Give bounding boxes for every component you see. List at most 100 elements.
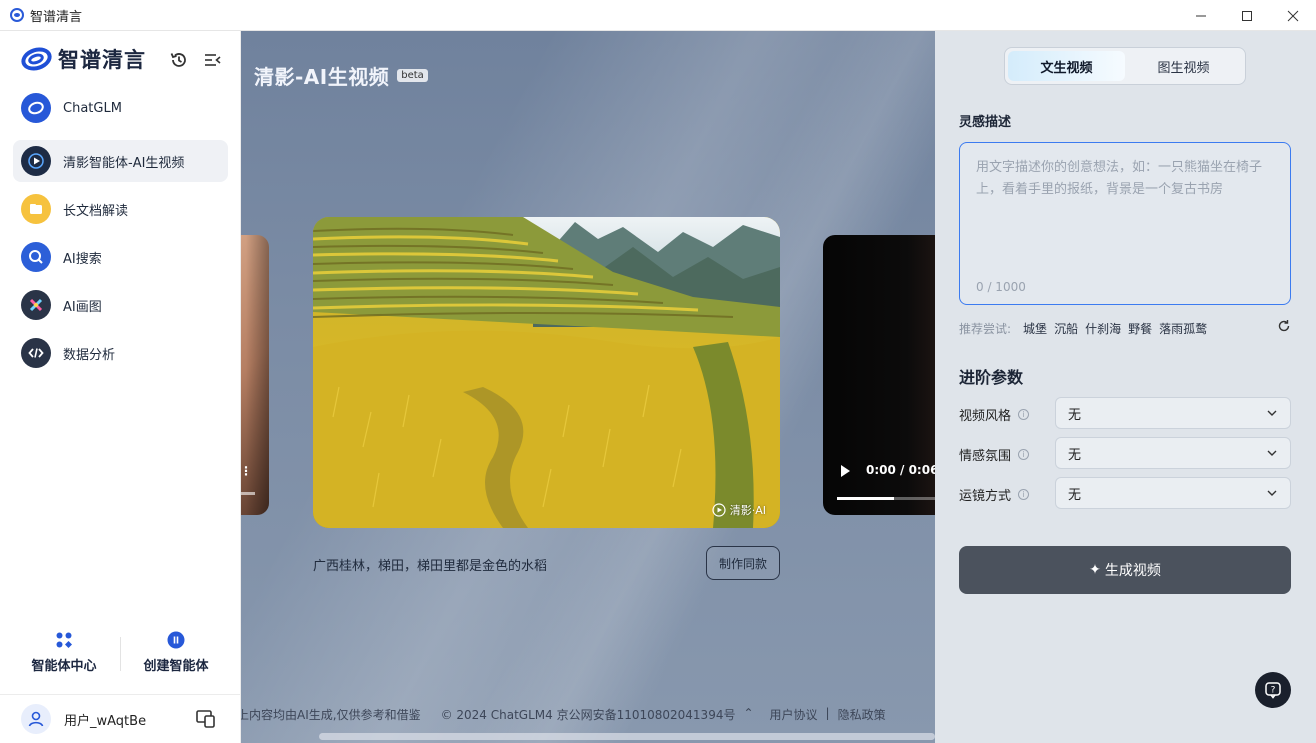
watermark: 清影·AI (712, 502, 766, 518)
sidebar-item-ai-paint[interactable]: AI画图 (13, 284, 228, 326)
generation-panel: 文生视频 图生视频 灵感描述 用文字描述你的创意想法，如：一只熊猫坐在椅子上，看… (935, 31, 1316, 743)
param-emotion: 情感氛围 i 无 (959, 437, 1291, 471)
video-time: 0:00 / 0:06 (866, 463, 935, 477)
video-card-featured[interactable]: 清影·AI (313, 217, 780, 528)
avatar[interactable] (21, 704, 51, 734)
prompt-placeholder: 用文字描述你的创意想法，如：一只熊猫坐在椅子上，看着手里的报纸，背景是一个复古书… (976, 160, 1263, 197)
select-value: 无 (1068, 407, 1082, 423)
maximize-icon[interactable] (1224, 0, 1270, 31)
window-title: 智谱清言 (30, 9, 83, 25)
play-icon (712, 503, 726, 517)
video-thumbnail (313, 217, 780, 528)
refresh-icon[interactable] (1277, 319, 1291, 333)
footer-copyright[interactable]: © 2024 ChatGLM4 京公网安备11010802041394号 (441, 706, 736, 723)
param-label-text: 视频风格 (959, 409, 1012, 424)
brand-logo-icon (18, 43, 55, 75)
history-icon[interactable] (168, 49, 190, 71)
sidebar-item-ai-search[interactable]: AI搜索 (13, 236, 228, 278)
suggest-label: 推荐尝试: (959, 322, 1012, 336)
code-icon (21, 338, 51, 368)
info-icon[interactable]: i (1018, 449, 1030, 460)
sidebar-item-long-doc[interactable]: 长文档解读 (13, 188, 228, 230)
advanced-params-title: 进阶参数 (959, 368, 1024, 387)
video-style-select[interactable]: 无 (1055, 397, 1291, 429)
play-button-icon[interactable] (841, 465, 850, 477)
footer: 上内容均由AI生成,仅供参考和借鉴 © 2024 ChatGLM4 京公网安备1… (241, 706, 886, 723)
agent-center-button[interactable]: 智能体中心 (9, 631, 119, 674)
emotion-select[interactable]: 无 (1055, 437, 1291, 469)
suggestion-chip[interactable]: 什刹海 (1085, 320, 1121, 337)
brand-name: 智谱清言 (58, 48, 146, 72)
generate-video-label: 生成视频 (1104, 563, 1161, 579)
suggestion-chip[interactable]: 野餐 (1128, 320, 1152, 337)
param-video-style: 视频风格 i 无 (959, 397, 1291, 431)
watermark-text: 清影·AI (729, 504, 766, 517)
info-icon[interactable]: i (1018, 489, 1030, 500)
privacy-link[interactable]: 隐私政策 (838, 706, 886, 723)
chatglm-icon (21, 93, 51, 123)
suggestions: 推荐尝试: 城堡 沉船 什刹海 野餐 落雨孤鹜 (959, 320, 1291, 337)
video-card-next[interactable]: 0:00 / 0:06 (823, 235, 935, 515)
sidebar-item-ai-video[interactable]: 清影智能体-AI生视频 (13, 140, 228, 182)
video-caption: 广西桂林，梯田，梯田里都是金色的水稻 (313, 559, 548, 574)
minimize-icon[interactable] (1178, 0, 1224, 31)
horizontal-scrollbar[interactable] (319, 733, 935, 740)
sidebar-item-label: ChatGLM (63, 100, 122, 116)
video-card-prev[interactable]: ⋮ (241, 235, 269, 515)
sidebar-item-chatglm[interactable]: ChatGLM (13, 87, 228, 129)
svg-text:?: ? (1271, 686, 1276, 696)
user-profile[interactable]: 用户_wAqtBe (0, 694, 241, 743)
devices-icon[interactable] (195, 709, 217, 729)
param-label: 运镜方式 i (959, 485, 1030, 504)
footer-disclaimer: 上内容均由AI生成,仅供参考和借鉴 (241, 708, 421, 722)
footer-separator: | (825, 706, 830, 720)
video-progress-fill (837, 497, 894, 500)
suggestion-chip[interactable]: 沉船 (1054, 320, 1078, 337)
video-progress-track[interactable] (837, 497, 935, 500)
beta-badge: beta (397, 69, 428, 82)
param-camera-movement: 运镜方式 i 无 (959, 477, 1291, 511)
user-agreement-link[interactable]: 用户协议 (770, 706, 818, 723)
help-button[interactable]: ? (1255, 672, 1291, 708)
info-icon[interactable]: i (1018, 409, 1030, 420)
tab-image-to-video[interactable]: 图生视频 (1125, 51, 1242, 81)
prompt-textarea[interactable]: 用文字描述你的创意想法，如：一只熊猫坐在椅子上，看着手里的报纸，背景是一个复古书… (959, 142, 1291, 305)
make-same-button[interactable]: 制作同款 (706, 546, 780, 580)
page-title: 清影-AI生视频 beta (254, 61, 428, 90)
video-progress-bar[interactable] (241, 492, 255, 495)
sidebar-item-label: 清影智能体-AI生视频 (63, 155, 185, 171)
brand[interactable]: 智谱清言 (18, 43, 146, 75)
char-count: 0 / 1000 (976, 280, 1026, 294)
select-value: 无 (1068, 447, 1082, 463)
sidebar-item-label: 长文档解读 (63, 203, 129, 219)
more-icon[interactable]: ⋮ (241, 465, 252, 477)
suggestion-chip[interactable]: 城堡 (1023, 320, 1047, 337)
sidebar-item-data-analysis[interactable]: 数据分析 (13, 332, 228, 374)
page-title-text: 清影-AI生视频 (254, 65, 390, 89)
username: 用户_wAqtBe (64, 713, 147, 729)
collapse-sidebar-icon[interactable] (202, 49, 224, 71)
close-icon[interactable] (1270, 0, 1316, 31)
camera-movement-select[interactable]: 无 (1055, 477, 1291, 509)
select-value: 无 (1068, 487, 1082, 503)
generate-video-button[interactable]: ✦ 生成视频 (959, 546, 1291, 594)
sidebar-item-label: AI搜索 (63, 251, 102, 267)
folder-icon (21, 194, 51, 224)
sidebar-bottom-actions: 智能体中心 创建智能体 (0, 621, 241, 687)
grid-icon (55, 631, 73, 649)
param-label-text: 运镜方式 (959, 489, 1012, 504)
tab-text-to-video[interactable]: 文生视频 (1008, 51, 1125, 81)
chevron-down-icon (1267, 490, 1277, 496)
create-agent-button[interactable]: 创建智能体 (121, 631, 231, 674)
create-agent-label: 创建智能体 (143, 659, 209, 674)
agent-center-label: 智能体中心 (31, 659, 97, 674)
param-label: 情感氛围 i (959, 445, 1030, 464)
window-titlebar: 智谱清言 (0, 0, 1316, 31)
app-logo-icon (10, 8, 24, 22)
chevron-up-icon[interactable]: ⌃ (743, 706, 753, 723)
create-agent-icon (167, 631, 185, 649)
chevron-down-icon (1267, 450, 1277, 456)
play-icon (21, 146, 51, 176)
suggestion-chip[interactable]: 落雨孤鹜 (1159, 320, 1207, 337)
search-icon (21, 242, 51, 272)
